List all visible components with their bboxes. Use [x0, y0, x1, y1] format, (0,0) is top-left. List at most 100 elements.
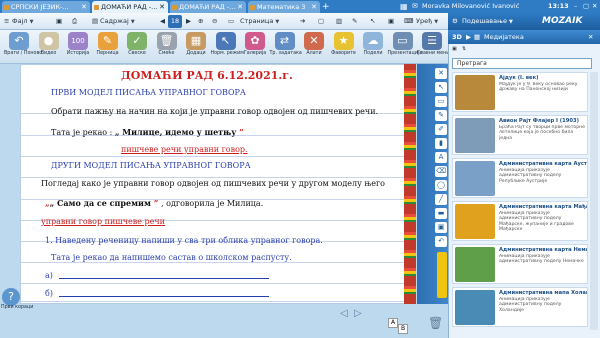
media-item[interactable]: Административна карта МађарскеАнимација … — [452, 201, 588, 241]
favorites-tool[interactable]: ★ Фаворите — [329, 32, 359, 62]
pointer-icon[interactable]: ↖ — [370, 15, 375, 28]
eraser-tool[interactable]: ✓ Свеске — [122, 32, 152, 62]
tools-toolbar: ↶ Врати / Поново ● Видео 100 Историја ✎ Перница… — [0, 30, 449, 64]
edit-icon[interactable]: ✎ — [352, 15, 357, 28]
close-icon[interactable]: ✕ — [81, 1, 87, 13]
arrow-icon[interactable]: ➔ — [300, 15, 305, 28]
back-tool[interactable]: ↶ Врати / Поново — [4, 32, 42, 62]
eraser-icon[interactable]: ⌫ — [435, 166, 447, 177]
tool-label: Смеће — [158, 51, 175, 56]
shape-icon[interactable]: ◯ — [435, 180, 447, 191]
main-menu-tool[interactable]: ☰ Главни мени — [417, 32, 449, 62]
mail-icon[interactable]: ✉ — [412, 0, 418, 13]
maximize-icon[interactable]: ▢ — [583, 0, 589, 13]
video-icon: ● — [38, 32, 59, 50]
chevron-down-icon: ▼ — [434, 19, 439, 25]
media-thumbnail — [455, 75, 495, 110]
tasks-tool[interactable]: ⇄ Тр. задатака — [270, 32, 302, 62]
window-icon[interactable]: ▢ — [318, 15, 324, 28]
tab-matematika[interactable]: Математика 3 ✕ — [248, 1, 320, 13]
history-tool[interactable]: 100 Историја — [63, 32, 93, 62]
add-tool[interactable]: ▦ Додаци — [181, 32, 211, 62]
video-icon[interactable]: ▶ — [466, 30, 471, 44]
sort-icon[interactable]: ⇅ — [462, 46, 466, 52]
next-page-icon[interactable]: ▶ — [186, 15, 191, 28]
image-icon[interactable]: ▣ — [435, 222, 447, 233]
document-page[interactable]: ДОМАЋИ РАД 6.12.2021.г. ПРВИ МОДЕЛ ПИСАЊ… — [20, 64, 408, 304]
file-menu[interactable]: Фајл ▼ — [12, 15, 33, 28]
help-label[interactable]: Први кораци — [1, 305, 33, 310]
delete-tool[interactable]: 🗑 Смеће — [152, 32, 182, 62]
tab-domaci-1[interactable]: ДОМАЋИ РАД -... ✕ — [92, 1, 168, 13]
presentation-tool[interactable]: ▭ Презентација — [388, 32, 422, 62]
text-tool-icon[interactable]: A — [435, 152, 447, 163]
media-item[interactable]: Авион Рајт Флајер I (1903) Браћа Рајт су … — [452, 115, 588, 155]
tool-label: Подели — [363, 51, 383, 56]
zoom-in-icon[interactable]: ⊕ — [198, 15, 203, 28]
presentation-icon: ▭ — [392, 32, 413, 50]
normal-mode-tool[interactable]: ↖ Норм. режим — [211, 32, 244, 62]
media-item[interactable]: Административна карта НемачкеАнимација п… — [452, 244, 588, 284]
3d-tab[interactable]: 3D — [452, 30, 462, 44]
page-number[interactable]: 18 — [168, 15, 182, 28]
answer-b-line[interactable] — [59, 296, 269, 297]
gallery-tool[interactable]: ✿ Галерија — [240, 32, 270, 62]
tools-tool[interactable]: ✕ Алати — [299, 32, 329, 62]
media-description: Анимација приказује административну поде… — [499, 297, 562, 313]
media-item[interactable]: Административна карта АустријеАнимација … — [452, 158, 588, 198]
b-icon[interactable]: B — [398, 324, 408, 334]
help-icon[interactable]: ? — [2, 288, 20, 306]
ruler-icon[interactable]: ▬ — [435, 208, 447, 219]
next-arrow-icon[interactable]: ▷ — [354, 308, 362, 319]
share-tool[interactable]: ☁ Подели — [358, 32, 388, 62]
settings-menu[interactable]: Подешавање ▼ — [462, 15, 513, 28]
content-menu[interactable]: Садржај ▼ — [100, 15, 135, 28]
image-icon[interactable]: ▦ — [474, 30, 480, 44]
media-description: Анимација приказује административну поде… — [499, 211, 574, 232]
pointer-icon[interactable]: ↖ — [435, 82, 447, 93]
tab-domaci-2[interactable]: ДОМАЋИ РАД -... ✕ — [170, 1, 246, 13]
new-tab-button[interactable]: + — [322, 2, 332, 12]
grid-icon[interactable]: ▦ — [400, 0, 408, 13]
a-icon[interactable]: A — [388, 318, 398, 328]
prev-arrow-icon[interactable]: ◁ — [340, 308, 348, 319]
minimize-icon[interactable]: – — [574, 0, 577, 13]
tool-label: Алати — [306, 51, 322, 56]
print-icon[interactable]: ⎙ — [72, 15, 77, 28]
close-icon[interactable]: ✕ — [435, 68, 447, 79]
close-panel-icon[interactable]: ✕ — [588, 30, 593, 44]
save-icon[interactable]: ▣ — [56, 15, 62, 28]
search-input[interactable]: Претрага — [452, 58, 592, 69]
close-icon[interactable]: ✕ — [159, 1, 165, 13]
close-window-icon[interactable]: ✕ — [592, 0, 597, 13]
trash-icon[interactable]: 🗑 — [428, 316, 443, 330]
media-item[interactable]: Административна мапа ХоландијеАнимација … — [452, 287, 588, 327]
screen-icon[interactable]: ▣ — [388, 15, 394, 28]
page-tool-icon[interactable]: ▭ — [435, 96, 447, 107]
pen-tool[interactable]: ✎ Перница — [93, 32, 123, 62]
filter-icon[interactable]: ▣ — [452, 46, 457, 52]
color-palette-icon[interactable] — [437, 252, 447, 298]
pen-icon[interactable]: ✎ — [435, 110, 447, 121]
video-tool[interactable]: ● Видео — [34, 32, 64, 62]
prev-page-icon[interactable]: ◀ — [160, 15, 165, 28]
settings-icon: ⚙ — [452, 17, 458, 25]
answer-a-line[interactable] — [59, 278, 269, 279]
layout-icon[interactable]: ▥ — [336, 15, 342, 28]
close-icon[interactable]: ✕ — [311, 1, 317, 13]
brush-icon[interactable]: ✐ — [435, 124, 447, 135]
close-icon[interactable]: ✕ — [237, 1, 243, 13]
media-item[interactable]: Ајдук (I. век) Мајдук је у 9. веку основа… — [452, 72, 588, 112]
tab-srpski[interactable]: СРПСКИ ЈЕЗИК-... ✕ — [2, 1, 90, 13]
zoom-out-icon[interactable]: ⊖ — [212, 15, 217, 28]
devices-menu[interactable]: Уређ ▼ — [416, 15, 438, 28]
document-icon — [172, 5, 177, 10]
page-menu[interactable]: Страница ▼ — [240, 15, 279, 28]
line-icon[interactable]: ╱ — [435, 194, 447, 205]
label-author-words: пишчеве речи управни говор. — [121, 145, 248, 154]
tool-label: Свеске — [128, 51, 146, 56]
undo-icon[interactable]: ↶ — [435, 236, 447, 247]
highlighter-icon[interactable]: ▮ — [435, 138, 447, 149]
panel-scrollbar[interactable] — [590, 72, 598, 330]
menu-icon[interactable]: ≡ — [4, 15, 9, 28]
